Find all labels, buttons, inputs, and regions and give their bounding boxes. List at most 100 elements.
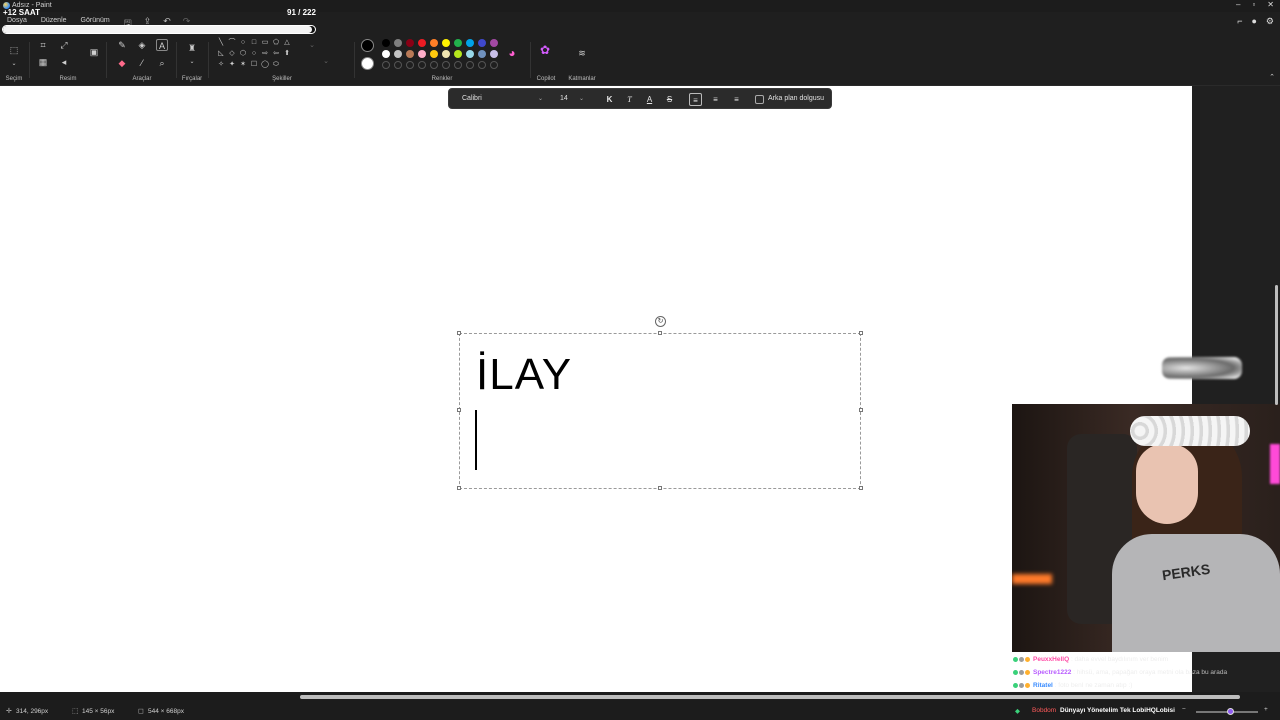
shape-icon[interactable]: □: [249, 38, 259, 48]
color-swatch[interactable]: [490, 39, 498, 47]
color-swatch[interactable]: [394, 39, 402, 47]
rotate-handle-icon[interactable]: ↻: [655, 316, 666, 327]
color-swatch[interactable]: [442, 50, 450, 58]
remove-background-icon[interactable]: ▦: [37, 56, 49, 68]
resize-handle[interactable]: [658, 486, 662, 490]
shape-icon[interactable]: ⬆: [282, 49, 292, 59]
brush-icon[interactable]: ♜: [186, 42, 198, 54]
zoom-slider-thumb[interactable]: [1227, 708, 1234, 715]
custom-color-slot[interactable]: [478, 61, 486, 69]
pencil-icon[interactable]: ✎: [116, 39, 128, 51]
account-icon[interactable]: ●: [1251, 16, 1256, 27]
shape-icon[interactable]: ⇨: [260, 49, 270, 59]
crop-icon[interactable]: ⌗: [37, 39, 49, 51]
custom-color-slot[interactable]: [430, 61, 438, 69]
shape-icon[interactable]: ◯: [260, 60, 270, 70]
chevron-down-icon[interactable]: ⌄: [538, 95, 543, 102]
eraser-icon[interactable]: ◆: [116, 57, 128, 69]
resize-handle[interactable]: [457, 408, 461, 412]
color-swatch[interactable]: [466, 39, 474, 47]
chat-username[interactable]: Ritatel: [1033, 682, 1053, 689]
collapse-ribbon-icon[interactable]: ⌃: [1266, 72, 1278, 84]
settings-gear-icon[interactable]: ⚙: [1266, 16, 1274, 27]
custom-color-slot[interactable]: [466, 61, 474, 69]
shape-icon[interactable]: ○: [238, 38, 248, 48]
italic-button[interactable]: T: [623, 93, 636, 106]
underline-button[interactable]: A: [643, 93, 656, 106]
edit-colors-icon[interactable]: ◕: [506, 47, 518, 59]
share-feedback-icon[interactable]: ⌐: [1237, 16, 1242, 27]
custom-color-slot[interactable]: [454, 61, 462, 69]
shape-icon[interactable]: ✶: [238, 60, 248, 70]
close-button[interactable]: ✕: [1267, 0, 1274, 9]
color-swatch[interactable]: [394, 50, 402, 58]
shape-icon[interactable]: ⌒: [227, 38, 237, 48]
layers-icon[interactable]: ≋: [576, 47, 588, 59]
shape-icon[interactable]: ╲: [216, 38, 226, 48]
resize-handle[interactable]: [859, 486, 863, 490]
resize-handle[interactable]: [457, 486, 461, 490]
select-dropdown-icon[interactable]: ⌄: [8, 58, 20, 70]
shape-icon[interactable]: ✦: [227, 60, 237, 70]
resize-handle[interactable]: [457, 331, 461, 335]
fill-dropdown-icon[interactable]: ⌄: [320, 56, 332, 68]
shape-icon[interactable]: ⬭: [271, 60, 281, 70]
image-select-icon[interactable]: ▣: [88, 46, 100, 58]
background-fill-checkbox[interactable]: [755, 95, 764, 104]
menu-view[interactable]: Görünüm: [81, 17, 110, 24]
shape-icon[interactable]: ⬡: [238, 49, 248, 59]
color-swatch[interactable]: [442, 39, 450, 47]
color-swatch[interactable]: [430, 39, 438, 47]
align-center-icon[interactable]: ≡: [709, 93, 722, 106]
custom-color-slot[interactable]: [406, 61, 414, 69]
horizontal-scrollbar[interactable]: [300, 695, 1240, 699]
chat-username[interactable]: PeuxxHellQ: [1033, 656, 1069, 663]
strikethrough-button[interactable]: S: [663, 93, 676, 106]
text-tool-icon[interactable]: A: [156, 39, 168, 51]
font-family-select[interactable]: Calibri: [462, 95, 482, 102]
color-swatch[interactable]: [418, 50, 426, 58]
color-swatch[interactable]: [478, 50, 486, 58]
custom-color-slot[interactable]: [418, 61, 426, 69]
shape-icon[interactable]: ◺: [216, 49, 226, 59]
resize-handle[interactable]: [658, 331, 662, 335]
maximize-button[interactable]: ▫: [1252, 0, 1255, 9]
shape-icon[interactable]: ⬠: [271, 38, 281, 48]
brush-dropdown-icon[interactable]: ⌄: [186, 56, 198, 68]
color-picker-icon[interactable]: ⁄: [136, 57, 148, 69]
canvas-text[interactable]: İLAY: [476, 350, 572, 400]
shape-icon[interactable]: △: [282, 38, 292, 48]
menu-file[interactable]: Dosya: [7, 17, 27, 24]
zoom-in-icon[interactable]: +: [1264, 706, 1268, 713]
select-rectangle-icon[interactable]: ⬚: [8, 44, 20, 56]
bold-button[interactable]: K: [603, 93, 616, 106]
color-swatch[interactable]: [454, 50, 462, 58]
align-right-icon[interactable]: ≡: [730, 93, 743, 106]
copilot-icon[interactable]: ✿: [539, 44, 551, 56]
primary-color-swatch[interactable]: [361, 39, 374, 52]
magnifier-icon[interactable]: ⌕: [156, 57, 168, 69]
custom-color-slot[interactable]: [442, 61, 450, 69]
rotate-icon[interactable]: ◂: [58, 56, 70, 68]
custom-color-slot[interactable]: [490, 61, 498, 69]
color-swatch[interactable]: [430, 50, 438, 58]
color-swatch[interactable]: [418, 39, 426, 47]
color-swatch[interactable]: [478, 39, 486, 47]
shape-icon[interactable]: ○: [249, 49, 259, 59]
color-swatch[interactable]: [454, 39, 462, 47]
menu-edit[interactable]: Düzenle: [41, 17, 67, 24]
color-swatch[interactable]: [382, 39, 390, 47]
shape-icon[interactable]: ▭: [260, 38, 270, 48]
shape-icon[interactable]: ✧: [216, 60, 226, 70]
color-swatch[interactable]: [382, 50, 390, 58]
align-left-icon[interactable]: ≡: [689, 93, 702, 106]
shape-icon[interactable]: ◇: [227, 49, 237, 59]
fill-bucket-icon[interactable]: ◈: [136, 39, 148, 51]
chat-username[interactable]: Spectre1222: [1033, 669, 1071, 676]
shape-icon[interactable]: ⇦: [271, 49, 281, 59]
custom-color-slot[interactable]: [394, 61, 402, 69]
color-swatch[interactable]: [406, 39, 414, 47]
resize-handle[interactable]: [859, 331, 863, 335]
minimize-button[interactable]: –: [1236, 0, 1240, 9]
color-swatch[interactable]: [466, 50, 474, 58]
